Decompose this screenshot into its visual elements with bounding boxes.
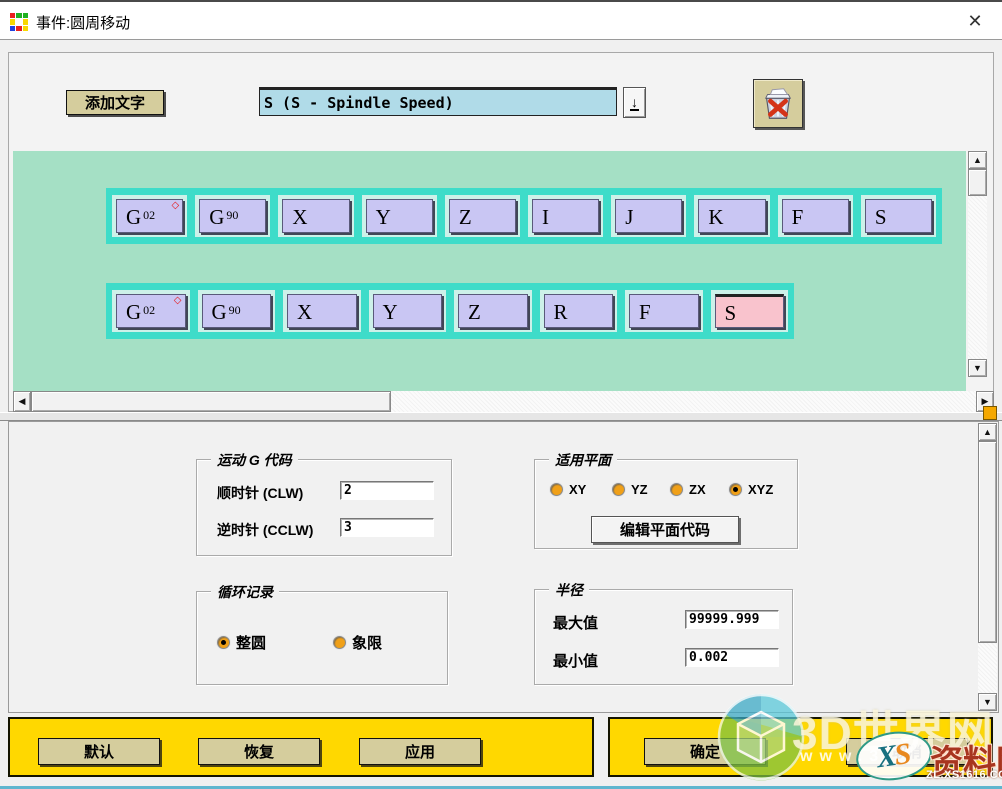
trash-icon: [759, 85, 797, 123]
motion-gcode-group: 运动 G 代码 顺时针 (CLW) 逆时针 (CCLW): [196, 459, 452, 556]
radio-icon: [550, 483, 563, 496]
splitter-bar[interactable]: [0, 412, 1002, 421]
code-button-r[interactable]: R: [544, 294, 614, 328]
scroll-up-button[interactable]: ▲: [968, 151, 987, 169]
code-button-k[interactable]: K: [698, 199, 765, 233]
scrollbar-thumb[interactable]: [968, 169, 987, 196]
combobox-dropdown-button[interactable]: ↓: [623, 87, 646, 118]
up-arrow-icon: ▲: [983, 427, 992, 437]
code-button-g02[interactable]: G02◇: [116, 294, 186, 328]
cw-label: 顺时针 (CLW): [217, 483, 303, 503]
group-title: 半径: [549, 580, 589, 600]
code-button-j[interactable]: J: [615, 199, 682, 233]
radio-icon: [670, 483, 683, 496]
down-arrow-icon: ▼: [983, 697, 992, 707]
settings-vertical-scrollbar[interactable]: ▲ ▼: [978, 423, 997, 711]
cancel-button[interactable]: 取消: [846, 738, 968, 765]
min-label: 最小值: [553, 650, 598, 671]
footer-left-panel: 默认 恢复 应用: [8, 717, 594, 777]
min-input[interactable]: [685, 648, 779, 667]
code-row-1: G02◇ G90 X Y Z I J K F S: [106, 188, 942, 244]
upper-panel: 添加文字 S (S - Spindle Speed) ↓ G02◇ G90 X …: [8, 52, 994, 412]
window-title: 事件:圆周移动: [36, 12, 130, 33]
radio-zx[interactable]: ZX: [670, 482, 706, 497]
code-button-i[interactable]: I: [532, 199, 599, 233]
scroll-down-button[interactable]: ▼: [978, 693, 997, 711]
radio-icon: [729, 483, 742, 496]
group-title: 循环记录: [211, 582, 279, 602]
cycle-record-group: 循环记录 整圆 象限: [196, 591, 448, 685]
delete-button[interactable]: [753, 79, 803, 128]
applicable-plane-group: 适用平面 XY YZ ZX XYZ 编辑平面代码: [534, 459, 798, 549]
code-button-g02[interactable]: G02◇: [116, 199, 183, 233]
radio-xy[interactable]: XY: [550, 482, 586, 497]
max-label: 最大值: [553, 612, 598, 633]
canvas-vertical-scrollbar[interactable]: ▲ ▼: [968, 151, 987, 377]
ok-button[interactable]: 确定: [644, 738, 766, 765]
radio-icon: [612, 483, 625, 496]
code-button-z[interactable]: Z: [458, 294, 528, 328]
code-button-g90[interactable]: G90: [202, 294, 272, 328]
code-button-x[interactable]: X: [282, 199, 349, 233]
left-arrow-icon: ◀: [19, 396, 26, 407]
code-button-x[interactable]: X: [287, 294, 357, 328]
code-button-y[interactable]: Y: [373, 294, 443, 328]
down-arrow-icon: ▼: [973, 363, 982, 373]
code-canvas: G02◇ G90 X Y Z I J K F S G02◇ G90 X Y Z …: [13, 151, 966, 391]
settings-panel: 运动 G 代码 顺时针 (CLW) 逆时针 (CCLW) 适用平面 XY YZ …: [8, 421, 999, 713]
code-button-s[interactable]: S: [865, 199, 932, 233]
canvas-horizontal-scrollbar[interactable]: ◀ ▶: [13, 391, 994, 412]
diamond-marker-icon: ◇: [174, 295, 182, 306]
scrollbar-thumb[interactable]: [31, 391, 391, 412]
text-combobox[interactable]: S (S - Spindle Speed): [259, 87, 617, 116]
up-arrow-icon: ▲: [973, 155, 982, 165]
radio-icon: [333, 636, 346, 649]
scrollbar-thumb[interactable]: [978, 441, 997, 643]
code-button-s-selected[interactable]: S: [715, 294, 785, 328]
ccw-label: 逆时针 (CCLW): [217, 520, 313, 540]
apply-button[interactable]: 应用: [359, 738, 481, 765]
group-title: 适用平面: [549, 450, 617, 470]
close-icon[interactable]: ✕: [964, 10, 986, 32]
footer-right-panel: 确定 取消: [608, 717, 993, 777]
radio-full-circle[interactable]: 整圆: [217, 632, 266, 653]
restore-button[interactable]: 恢复: [198, 738, 320, 765]
splitter-handle[interactable]: [983, 406, 997, 420]
scroll-down-button[interactable]: ▼: [968, 359, 987, 377]
ccw-input[interactable]: [340, 518, 434, 537]
scroll-up-button[interactable]: ▲: [978, 423, 997, 441]
default-button[interactable]: 默认: [38, 738, 160, 765]
code-button-f[interactable]: F: [782, 199, 849, 233]
radio-yz[interactable]: YZ: [612, 482, 648, 497]
code-button-g90[interactable]: G90: [199, 199, 266, 233]
diamond-marker-icon: ◇: [172, 200, 180, 211]
radio-xyz[interactable]: XYZ: [729, 482, 773, 497]
app-icon: [10, 13, 28, 31]
title-bar: 事件:圆周移动 ✕: [0, 0, 1002, 40]
edit-plane-code-button[interactable]: 编辑平面代码: [591, 516, 739, 543]
code-button-f[interactable]: F: [629, 294, 699, 328]
group-title: 运动 G 代码: [211, 450, 298, 470]
radio-quadrant[interactable]: 象限: [333, 632, 382, 653]
code-button-z[interactable]: Z: [449, 199, 516, 233]
max-input[interactable]: [685, 610, 779, 629]
radius-group: 半径 最大值 最小值: [534, 589, 793, 685]
add-text-button[interactable]: 添加文字: [66, 90, 164, 115]
cw-input[interactable]: [340, 481, 434, 500]
scroll-left-button[interactable]: ◀: [13, 391, 31, 412]
drop-down-icon: ↓: [630, 95, 639, 111]
code-row-2: G02◇ G90 X Y Z R F S: [106, 283, 794, 339]
radio-icon: [217, 636, 230, 649]
code-button-y[interactable]: Y: [366, 199, 433, 233]
